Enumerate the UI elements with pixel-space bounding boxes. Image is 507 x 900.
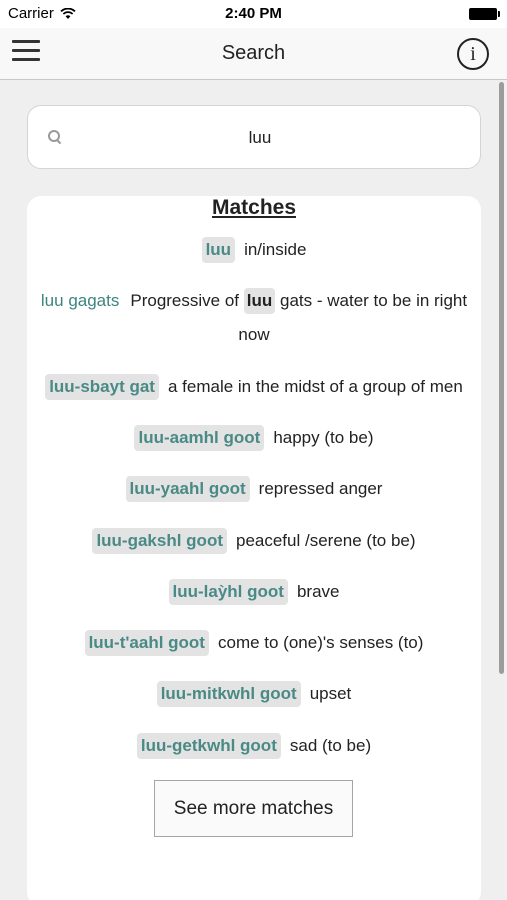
battery-icon <box>469 8 500 20</box>
list-item: luu in/inside <box>27 233 481 267</box>
definition: sad (to be) <box>289 736 372 755</box>
list-item: luu-yaahl goot repressed anger <box>27 472 481 506</box>
term-link[interactable]: luu-laỳhl goot <box>168 579 288 605</box>
list-item: luu gagats Progressive of luu gats - wate… <box>27 284 481 352</box>
list-item: luu-laỳhl goot brave <box>27 575 481 609</box>
definition: upset <box>309 684 352 703</box>
list-item: luu-gakshl goot peaceful /serene (to be) <box>27 524 481 558</box>
term-link[interactable]: luu-t'aahl goot <box>84 630 209 656</box>
navigation-bar: Search i <box>0 28 507 80</box>
list-item: luu-sbayt gat a female in the midst of a … <box>27 370 481 404</box>
search-icon <box>48 130 62 144</box>
definition: peaceful /serene (to be) <box>235 531 416 550</box>
definition: a female in the midst of a group of men <box>167 377 463 396</box>
term-link[interactable]: luu <box>201 237 236 263</box>
page-title: Search <box>221 42 286 64</box>
info-icon: i <box>470 42 476 65</box>
definition: happy (to be) <box>273 428 374 447</box>
list-item: luu-aamhl goot happy (to be) <box>27 421 481 455</box>
term-link[interactable]: luu-mitkwhl goot <box>156 681 301 707</box>
list-item: luu-getkwhl goot sad (to be) <box>27 729 481 763</box>
status-time: 2:40 PM <box>225 5 282 22</box>
term-link[interactable]: luu-gakshl goot <box>92 528 227 554</box>
term-link[interactable]: luu-yaahl goot <box>125 476 250 502</box>
definition-prefix: Progressive of <box>130 291 240 310</box>
term-link[interactable]: luu-sbayt gat <box>45 374 159 400</box>
term-link[interactable]: luu-getkwhl goot <box>136 733 281 759</box>
info-button[interactable]: i <box>457 38 489 70</box>
matches-heading: Matches <box>211 196 297 219</box>
status-bar: Carrier 2:40 PM <box>0 0 507 28</box>
search-input[interactable] <box>68 124 452 152</box>
term-link[interactable]: luu-aamhl goot <box>134 425 265 451</box>
list-item: luu-mitkwhl goot upset <box>27 677 481 711</box>
scrollbar[interactable] <box>499 82 504 674</box>
see-more-matches-button[interactable]: See more matches <box>154 780 353 837</box>
term-link[interactable]: luu gagats <box>41 291 119 310</box>
definition: come to (one)'s senses (to) <box>217 633 424 652</box>
inline-term-link[interactable]: luu <box>243 288 276 314</box>
definition: repressed anger <box>258 479 383 498</box>
search-box[interactable] <box>27 105 481 169</box>
definition: in/inside <box>244 240 307 259</box>
results-card: Matches luu in/inside luu gagats Progressi… <box>27 196 481 900</box>
list-item: luu-t'aahl goot come to (one)'s senses (t… <box>27 626 481 660</box>
definition: brave <box>296 582 340 601</box>
